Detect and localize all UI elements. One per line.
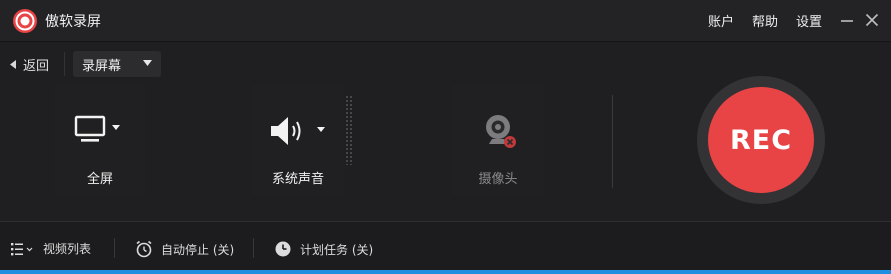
rec-divider	[612, 95, 613, 188]
close-icon[interactable]	[864, 12, 880, 28]
bottom-divider	[114, 238, 115, 258]
app-window: 傲软录屏 账户 帮助 设置 返回 录屏幕 全屏 系统声音 摄像头 REC 视频列…	[0, 0, 891, 274]
bottom-divider	[253, 238, 254, 258]
clock-icon	[275, 241, 291, 257]
audio-source-tile[interactable]: 系统声音	[252, 85, 344, 195]
video-list-label: 视频列表	[43, 242, 92, 256]
screen-source-label: 全屏	[86, 172, 113, 187]
bottom-bar: 视频列表 自动停止 (关) 计划任务 (关)	[0, 221, 891, 274]
rec-button-label: REC	[729, 124, 793, 156]
chevron-down-icon	[143, 60, 152, 66]
auto-stop-label: 自动停止 (关)	[161, 242, 235, 257]
camera-source-tile[interactable]: 摄像头	[452, 85, 544, 195]
menu-settings[interactable]: 设置	[796, 11, 822, 30]
rec-button[interactable]: REC	[708, 87, 814, 193]
auto-stop-button[interactable]: 自动停止 (关)	[135, 240, 234, 258]
app-logo-icon	[13, 9, 37, 33]
menu-account[interactable]: 账户	[708, 11, 734, 30]
camera-source-label: 摄像头	[478, 172, 518, 187]
schedule-task-button[interactable]: 计划任务 (关)	[274, 240, 373, 258]
app-title: 傲软录屏	[45, 14, 101, 30]
caret-left-icon	[10, 59, 16, 69]
alarm-clock-icon	[136, 240, 152, 258]
toolbar-divider	[64, 52, 65, 76]
menu-help[interactable]: 帮助	[752, 11, 778, 30]
mode-dropdown[interactable]: 录屏幕	[73, 51, 161, 77]
list-icon	[11, 242, 33, 255]
window-accent-border	[0, 270, 891, 274]
minimize-icon[interactable]	[839, 12, 855, 28]
drag-handle[interactable]	[345, 95, 353, 165]
title-bar[interactable]: 傲软录屏 账户 帮助 设置	[0, 0, 891, 42]
webcam-icon[interactable]	[483, 113, 519, 151]
mode-dropdown-value: 录屏幕	[82, 58, 122, 74]
back-button[interactable]: 返回	[10, 54, 49, 74]
screen-source-tile[interactable]: 全屏	[55, 85, 145, 195]
video-list-button[interactable]: 视频列表	[11, 240, 91, 257]
back-label: 返回	[23, 58, 50, 74]
schedule-task-label: 计划任务 (关)	[300, 242, 374, 257]
monitor-icon[interactable]	[74, 115, 124, 145]
audio-source-label: 系统声音	[271, 172, 324, 187]
speaker-icon[interactable]	[269, 115, 331, 149]
